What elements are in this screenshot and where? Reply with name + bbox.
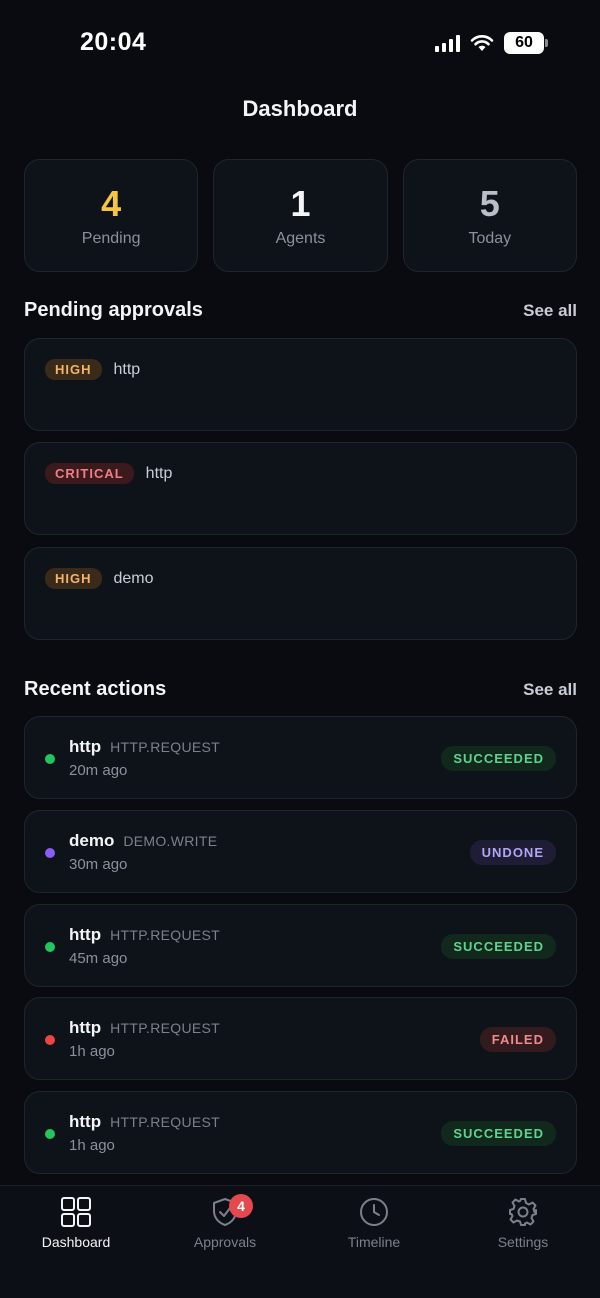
tab-label: Settings <box>497 1234 549 1250</box>
action-card[interactable]: http HTTP.REQUEST 20m ago SUCCEEDED <box>24 716 577 799</box>
action-time: 1h ago <box>69 1043 115 1060</box>
tab-timeline[interactable]: Timeline <box>314 1196 434 1250</box>
stat-value: 4 <box>101 182 122 224</box>
action-card[interactable]: demo DEMO.WRITE 30m ago UNDONE <box>24 810 577 893</box>
action-kind: DEMO.WRITE <box>123 833 218 849</box>
status-dot <box>45 1035 55 1045</box>
approval-card[interactable]: CRITICAL http <box>24 442 577 535</box>
tab-dashboard[interactable]: Dashboard <box>16 1196 136 1250</box>
status-dot <box>45 848 55 858</box>
wifi-icon <box>470 35 494 51</box>
stat-label: Agents <box>275 229 326 247</box>
stat-card-today[interactable]: 5 Today <box>402 159 577 272</box>
pending-approvals-header: Pending approvals See all <box>24 299 577 322</box>
action-name: http <box>69 925 102 944</box>
section-title: Recent actions <box>24 678 167 700</box>
status-dot <box>45 942 55 952</box>
approval-tool: http <box>145 464 173 482</box>
action-kind: HTTP.REQUEST <box>110 1114 221 1130</box>
action-name: http <box>69 737 102 756</box>
action-time: 1h ago <box>69 1137 115 1154</box>
approval-card[interactable]: HIGH demo <box>24 547 577 640</box>
stat-card-agents[interactable]: 1 Agents <box>213 159 388 272</box>
tab-settings[interactable]: Settings <box>463 1196 583 1250</box>
action-kind: HTTP.REQUEST <box>110 927 221 943</box>
status-dot <box>45 754 55 764</box>
stat-card-pending[interactable]: 4 Pending <box>24 159 199 272</box>
status-time: 20:04 <box>80 28 147 56</box>
action-name: http <box>69 1112 102 1131</box>
status-dot <box>45 1129 55 1139</box>
tab-label: Dashboard <box>41 1234 111 1250</box>
action-card[interactable]: http HTTP.REQUEST 1h ago FAILED <box>24 997 577 1080</box>
action-card[interactable]: http HTTP.REQUEST 1h ago SUCCEEDED <box>24 1091 577 1174</box>
action-name: demo <box>69 831 115 850</box>
approval-tool: demo <box>113 569 154 587</box>
action-name: http <box>69 1018 102 1037</box>
section-title: Pending approvals <box>24 299 203 321</box>
status-badge: UNDONE <box>469 840 556 865</box>
tab-label: Approvals <box>193 1234 257 1250</box>
status-bar: 20:04 60 <box>0 0 600 90</box>
status-badge: SUCCEEDED <box>441 746 556 771</box>
approvals-count-badge: 4 <box>229 1194 253 1218</box>
status-icons: 60 <box>435 32 548 54</box>
action-time: 20m ago <box>69 762 128 779</box>
approval-card[interactable]: HIGH http <box>24 338 577 431</box>
action-kind: HTTP.REQUEST <box>110 739 221 755</box>
stat-label: Pending <box>81 229 141 247</box>
cellular-signal-icon <box>435 34 460 52</box>
status-badge: SUCCEEDED <box>441 934 556 959</box>
stat-label: Today <box>468 229 512 247</box>
action-time: 30m ago <box>69 856 128 873</box>
status-badge: SUCCEEDED <box>441 1121 556 1146</box>
recent-actions-header: Recent actions See all <box>24 678 577 701</box>
status-badge: FAILED <box>479 1027 556 1052</box>
grid-icon <box>61 1197 91 1227</box>
stat-value: 1 <box>290 182 311 224</box>
action-time: 45m ago <box>69 950 128 967</box>
action-card[interactable]: http HTTP.REQUEST 45m ago SUCCEEDED <box>24 904 577 987</box>
see-all-actions-link[interactable]: See all <box>523 680 577 700</box>
stats-row: 4 Pending 1 Agents 5 Today <box>24 159 577 272</box>
stat-value: 5 <box>479 182 500 224</box>
tab-bar: Dashboard 4 Approvals Timeline Settings <box>0 1185 600 1298</box>
clock-icon <box>360 1198 388 1226</box>
page-title: Dashboard <box>242 96 358 121</box>
severity-badge: CRITICAL <box>45 463 134 484</box>
approval-tool: http <box>113 360 141 378</box>
tab-label: Timeline <box>347 1234 401 1250</box>
gear-icon <box>509 1198 537 1226</box>
severity-badge: HIGH <box>45 359 102 380</box>
see-all-approvals-link[interactable]: See all <box>523 301 577 321</box>
battery-icon: 60 <box>504 32 548 54</box>
severity-badge: HIGH <box>45 568 102 589</box>
tab-approvals[interactable]: 4 Approvals <box>165 1194 285 1250</box>
action-kind: HTTP.REQUEST <box>110 1020 221 1036</box>
